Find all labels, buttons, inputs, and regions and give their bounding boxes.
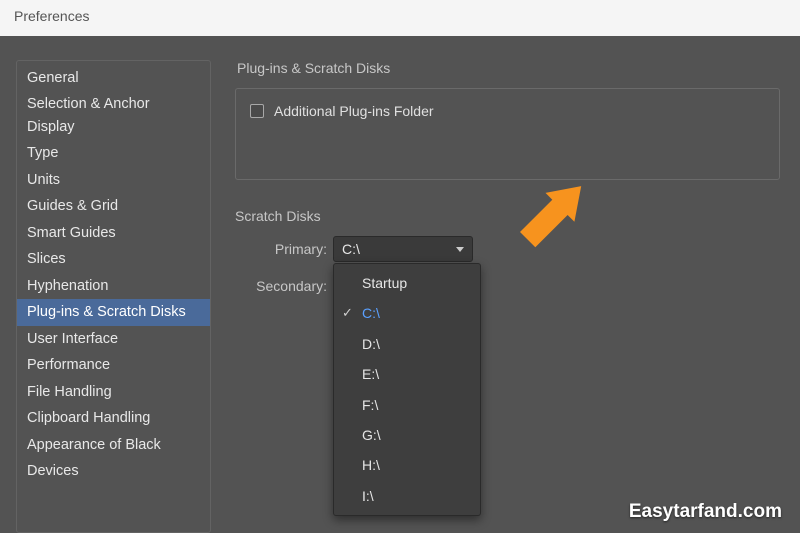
sidebar-item-label: Performance — [27, 357, 110, 373]
sidebar-item-devices[interactable]: Devices — [17, 458, 210, 484]
sidebar-item-label: User Interface — [27, 331, 118, 347]
sidebar-item-label: Slices — [27, 251, 66, 267]
dropdown-item-label: D:\ — [362, 336, 380, 352]
plugins-box: Additional Plug-ins Folder — [235, 88, 780, 180]
sidebar-item-label: Guides & Grid — [27, 198, 118, 214]
sidebar-item-label: Clipboard Handling — [27, 410, 150, 426]
sidebar-item-smart-guides[interactable]: Smart Guides — [17, 220, 210, 246]
sidebar-item-label: Devices — [27, 463, 79, 479]
additional-plugins-label: Additional Plug-ins Folder — [274, 103, 434, 119]
dropdown-item-label: G:\ — [362, 427, 381, 443]
sidebar-item-label: Units — [27, 172, 60, 188]
sidebar-item-user-interface[interactable]: User Interface — [17, 326, 210, 352]
plugins-section: Plug-ins & Scratch Disks Additional Plug… — [235, 60, 780, 180]
dropdown-item[interactable]: ✓ C:\ — [334, 298, 480, 328]
sidebar-item-file-handling[interactable]: File Handling — [17, 379, 210, 405]
sidebar-item-label: Hyphenation — [27, 278, 108, 294]
primary-select-value: C:\ — [342, 241, 360, 257]
dropdown-item[interactable]: H:\ — [334, 450, 480, 480]
dropdown-item-label: E:\ — [362, 366, 379, 382]
dropdown-item[interactable]: F:\ — [334, 390, 480, 420]
dropdown-item-label: Startup — [362, 275, 407, 291]
preferences-sidebar: General Selection & Anchor Display Type Uni… — [16, 60, 211, 533]
dropdown-item[interactable]: I:\ — [334, 481, 480, 511]
dropdown-item-label: I:\ — [362, 488, 374, 504]
dropdown-item[interactable]: E:\ — [334, 359, 480, 389]
primary-row: Primary: C:\ Startup✓C:\D:\E:\F:\G:\H:\I… — [235, 236, 780, 262]
sidebar-item-label: Selection & Anchor Display — [27, 96, 150, 134]
secondary-row: Secondary: — [235, 278, 780, 294]
scratch-section: Scratch Disks Primary: C:\ Startup✓C:\D:… — [235, 208, 780, 294]
additional-plugins-row[interactable]: Additional Plug-ins Folder — [250, 103, 765, 119]
primary-label: Primary: — [235, 241, 333, 257]
sidebar-item-plug-ins-scratch-disks[interactable]: Plug-ins & Scratch Disks — [17, 299, 210, 325]
sidebar-item-label: Plug-ins & Scratch Disks — [27, 304, 186, 320]
watermark-text: Easytarfand.com — [629, 501, 782, 523]
sidebar-item-units[interactable]: Units — [17, 167, 210, 193]
sidebar-item-label: General — [27, 70, 79, 86]
dropdown-item-label: F:\ — [362, 397, 378, 413]
content-area: General Selection & Anchor Display Type Uni… — [0, 36, 800, 533]
dropdown-item[interactable]: G:\ — [334, 420, 480, 450]
sidebar-item-general[interactable]: General — [17, 65, 210, 91]
sidebar-item-performance[interactable]: Performance — [17, 352, 210, 378]
checkbox-icon[interactable] — [250, 104, 264, 118]
sidebar-item-label: File Handling — [27, 384, 112, 400]
primary-select[interactable]: C:\ Startup✓C:\D:\E:\F:\G:\H:\I:\ — [333, 236, 473, 262]
main-panel: Plug-ins & Scratch Disks Additional Plug… — [235, 60, 800, 533]
sidebar-item-guides-grid[interactable]: Guides & Grid — [17, 193, 210, 219]
sidebar-item-selection-anchor-display[interactable]: Selection & Anchor Display — [17, 91, 210, 140]
sidebar-item-slices[interactable]: Slices — [17, 246, 210, 272]
dropdown-item-label: H:\ — [362, 457, 380, 473]
sidebar-item-label: Type — [27, 145, 58, 161]
sidebar-item-clipboard-handling[interactable]: Clipboard Handling — [17, 405, 210, 431]
sidebar-item-label: Appearance of Black — [27, 437, 161, 453]
dropdown-item-label: C:\ — [362, 305, 380, 321]
sidebar-item-label: Smart Guides — [27, 225, 116, 241]
scratch-section-title: Scratch Disks — [235, 208, 780, 224]
sidebar-item-hyphenation[interactable]: Hyphenation — [17, 273, 210, 299]
window-title: Preferences — [14, 8, 89, 24]
check-icon: ✓ — [342, 303, 353, 324]
primary-dropdown: Startup ✓ C:\ D:\ E:\ F:\ G:\ H:\ I:\ — [333, 263, 481, 516]
sidebar-item-type[interactable]: Type — [17, 140, 210, 166]
sidebar-item-appearance-of-black[interactable]: Appearance of Black — [17, 432, 210, 458]
chevron-down-icon — [456, 247, 464, 252]
window-titlebar: Preferences — [0, 0, 800, 36]
dropdown-item[interactable]: D:\ — [334, 329, 480, 359]
plugins-section-title: Plug-ins & Scratch Disks — [237, 60, 780, 76]
secondary-label: Secondary: — [235, 278, 333, 294]
dropdown-item[interactable]: Startup — [334, 268, 480, 298]
